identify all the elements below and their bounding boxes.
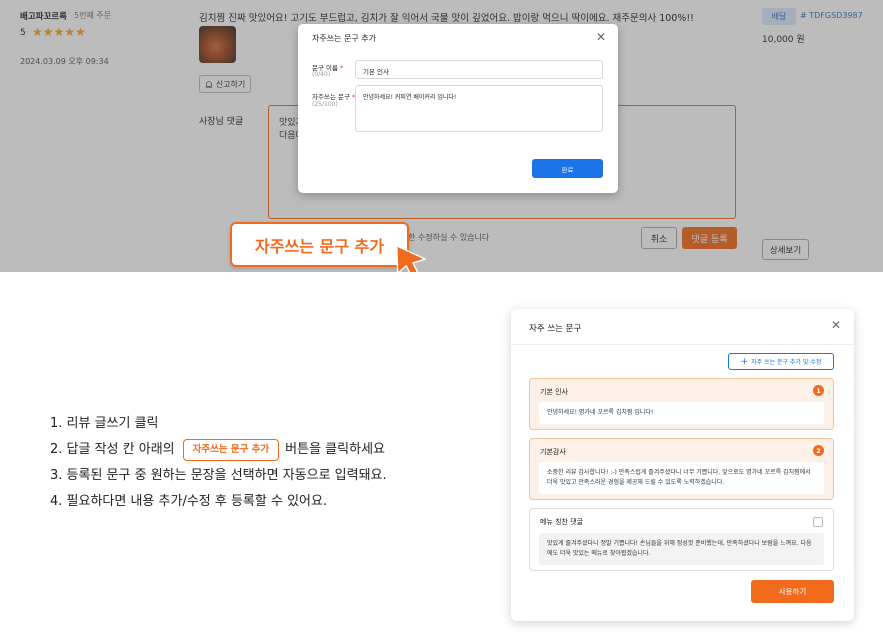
- phrase-text-label: 자주쓰는 문구 *: [312, 93, 356, 101]
- submit-reply-button[interactable]: 댓글 등록: [682, 227, 737, 249]
- cursor-pointer-icon: [396, 245, 427, 272]
- phrases-modal: 자주 쓰는 문구 ✕ + 자주 쓰는 문구 추가 및 수정 기본 인사 1 안녕…: [511, 309, 854, 621]
- step-3: 3. 등록된 문구 중 원하는 문장을 선택하면 자동으로 입력돼요.: [50, 468, 387, 483]
- add-phrase-button-example: 자주쓰는 문구 추가: [182, 439, 280, 461]
- report-label: 신고하기: [215, 79, 246, 89]
- use-phrase-button[interactable]: 사용하기: [751, 580, 834, 603]
- phrase-text-input[interactable]: 안녕하세요! 커피연 베이커리 입니다!: [355, 85, 603, 132]
- phrase-card-title: 기본 인사: [540, 388, 568, 396]
- phrase-text-count: (25/100): [312, 101, 338, 108]
- step-4: 4. 필요하다면 내용 추가/수정 후 등록할 수 있어요.: [50, 494, 328, 509]
- add-edit-phrase-button[interactable]: + 자주 쓰는 문구 추가 및 수정: [728, 353, 834, 370]
- selection-order-badge: 1: [813, 385, 824, 396]
- review-text: 김치찜 진짜 맛있어요! 고기도 부드럽고, 김치가 잘 익어서 국물 맛이 깊…: [199, 13, 694, 24]
- detail-button[interactable]: 상세보기: [762, 239, 809, 260]
- order-number-link[interactable]: # TDFGSD3987: [800, 11, 863, 20]
- cancel-button[interactable]: 취소: [641, 227, 677, 249]
- phrase-card-body: 안녕하세요! 명가네 꼬르륵 김치찜 입니다!: [539, 402, 824, 424]
- report-button[interactable]: 신고하기: [199, 75, 251, 93]
- plus-icon: +: [740, 356, 749, 367]
- divider: [511, 344, 854, 345]
- phrases-modal-title: 자주 쓰는 문구: [529, 324, 582, 334]
- instruction-steps: 1. 리뷰 글쓰기 클릭 2. 답글 작성 칸 아래의 자주쓰는 문구 추가 버…: [50, 411, 387, 515]
- confirm-button[interactable]: 완료: [532, 159, 603, 178]
- phrase-card-body: 소중한 리뷰 감사합니다! :-) 만족스럽게 즐겨주셨다니 너무 기쁩니다. …: [539, 462, 824, 494]
- siren-icon: [205, 81, 212, 88]
- order-count: 5번째 주문: [74, 11, 112, 20]
- phrase-card-title: 기본감사: [540, 448, 566, 456]
- rating-stars-icon: ★★★★★: [32, 25, 86, 39]
- selection-order-badge: 2: [813, 445, 824, 456]
- add-phrase-modal: 자주쓰는 문구 추가 ✕ 문구 이름 * (0/40) 기본 인사 자주쓰는 문…: [298, 24, 618, 193]
- phrase-card-body: 맛있게 즐겨주셨다니 정말 기쁩니다! 손님들을 위해 정성껏 준비했는데, 만…: [539, 533, 824, 565]
- delivery-badge: 배달: [762, 8, 796, 25]
- add-phrase-callout: 자주쓰는 문구 추가: [230, 222, 409, 267]
- food-photo[interactable]: [199, 26, 236, 63]
- close-icon[interactable]: ✕: [831, 318, 841, 332]
- close-icon[interactable]: ✕: [596, 30, 606, 44]
- phrase-card[interactable]: 기본감사 2 소중한 리뷰 감사합니다! :-) 만족스럽게 즐겨주셨다니 너무…: [529, 438, 834, 500]
- phrase-name-count: (0/40): [312, 71, 331, 78]
- add-phrase-modal-title: 자주쓰는 문구 추가: [312, 34, 376, 43]
- edit-note: 한 수정하실 수 있습니다: [408, 233, 490, 242]
- phrase-name-input[interactable]: 기본 인사: [355, 60, 603, 79]
- rating-value: 5: [20, 28, 26, 38]
- step-1: 1. 리뷰 글쓰기 클릭: [50, 416, 159, 431]
- phrase-card-title: 메뉴 칭찬 댓글: [540, 518, 584, 526]
- step-2: 2. 답글 작성 칸 아래의 자주쓰는 문구 추가 버튼을 클릭하세요: [50, 437, 387, 463]
- phrase-card[interactable]: 메뉴 칭찬 댓글 맛있게 즐겨주셨다니 정말 기쁩니다! 손님들을 위해 정성껏…: [529, 508, 834, 571]
- tutorial-canvas: 배고파꼬르륵 5번째 주문 5 ★★★★★ 2024.03.09 오후 09:3…: [0, 0, 883, 635]
- owner-reply-label: 사장님 댓글: [199, 117, 244, 127]
- phrase-card[interactable]: 기본 인사 1 안녕하세요! 명가네 꼬르륵 김치찜 입니다!: [529, 378, 834, 430]
- phrase-checkbox[interactable]: [813, 517, 823, 527]
- store-name: 배고파꼬르륵: [20, 12, 67, 22]
- order-price: 10,000 원: [762, 35, 805, 45]
- review-screen: 배고파꼬르륵 5번째 주문 5 ★★★★★ 2024.03.09 오후 09:3…: [0, 0, 883, 272]
- review-date: 2024.03.09 오후 09:34: [20, 57, 109, 66]
